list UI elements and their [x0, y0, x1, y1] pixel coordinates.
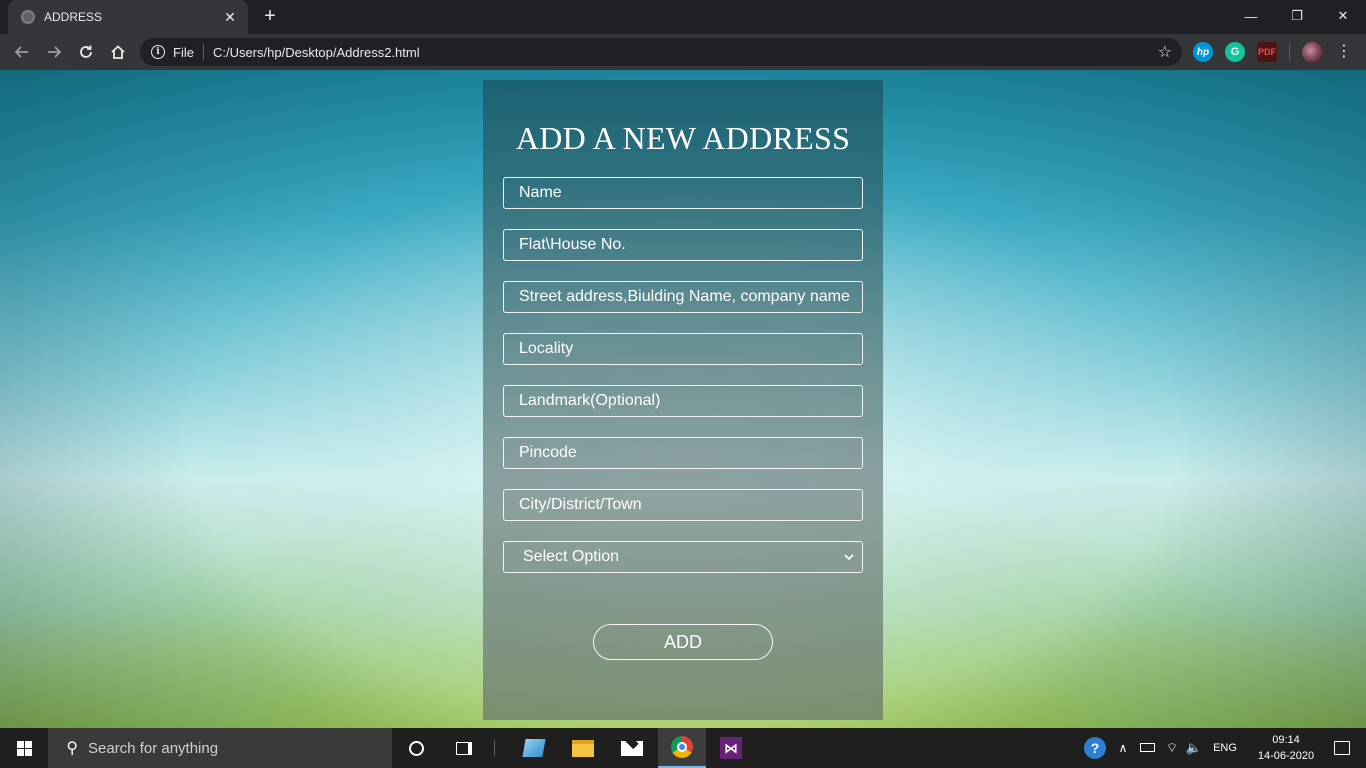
taskbar-app-mail[interactable] — [608, 728, 656, 768]
hp-extension-icon[interactable]: hp — [1193, 42, 1213, 62]
address-bar[interactable]: i File C:/Users/hp/Desktop/Address2.html… — [140, 38, 1182, 66]
window-controls: — ❐ ✕ — [1228, 0, 1366, 32]
wifi-icon[interactable]: ⌔ — [1164, 728, 1180, 768]
cortana-button[interactable] — [392, 728, 440, 768]
add-button[interactable]: ADD — [593, 624, 773, 660]
info-icon[interactable]: i — [151, 45, 165, 59]
notification-icon — [1334, 741, 1350, 755]
taskbar-app-visual-studio[interactable]: ⋈ — [707, 728, 755, 768]
locality-placeholder: Locality — [519, 340, 574, 357]
back-button[interactable] — [9, 39, 35, 65]
forward-arrow-icon — [48, 46, 62, 58]
add-button-label: ADD — [663, 631, 702, 652]
landmark-field[interactable]: Landmark(Optional) — [503, 385, 863, 417]
close-tab-icon[interactable]: ✕ — [220, 9, 240, 26]
help-icon[interactable]: ? — [1084, 737, 1106, 759]
restore-button[interactable]: ❐ — [1274, 0, 1320, 32]
house-number-placeholder: Flat\House No. — [519, 236, 626, 253]
browser-titlebar: ADDRESS ✕ + — ❐ ✕ — [0, 0, 1366, 34]
start-button[interactable] — [0, 728, 48, 768]
forward-button[interactable] — [41, 39, 67, 65]
cortana-icon — [408, 740, 424, 756]
page-viewport: ADD A NEW ADDRESS Name Flat\House No. St… — [0, 70, 1366, 728]
taskbar-app-chrome[interactable] — [658, 728, 706, 768]
street-address-field[interactable]: Street address,Biulding Name, company na… — [503, 281, 863, 313]
volume-icon[interactable]: 🔈 — [1185, 728, 1203, 768]
tab-title: ADDRESS — [44, 10, 103, 24]
clock-time: 09:14 — [1272, 734, 1300, 746]
file-label: File — [173, 44, 194, 60]
close-window-button[interactable]: ✕ — [1320, 0, 1366, 32]
reload-button[interactable] — [73, 39, 99, 65]
minimize-button[interactable]: — — [1228, 0, 1274, 32]
show-hidden-icons-chevron-icon[interactable]: ∧ — [1115, 728, 1131, 768]
notebook-app-icon — [522, 739, 546, 757]
visual-studio-icon: ⋈ — [720, 737, 742, 759]
pincode-placeholder: Pincode — [519, 444, 577, 461]
landmark-placeholder: Landmark(Optional) — [519, 392, 661, 409]
name-placeholder: Name — [519, 184, 562, 201]
chrome-icon — [671, 736, 693, 758]
city-field[interactable]: City/District/Town — [503, 489, 863, 521]
search-placeholder: Search for anything — [88, 739, 219, 757]
browser-toolbar: i File C:/Users/hp/Desktop/Address2.html… — [0, 34, 1366, 70]
pdf-extension-icon[interactable]: PDF — [1257, 42, 1277, 62]
mail-icon — [621, 740, 643, 756]
taskbar-search[interactable]: ⚲ Search for anything — [48, 728, 392, 768]
back-arrow-icon — [14, 46, 28, 58]
name-field[interactable]: Name — [503, 177, 863, 209]
language-indicator[interactable]: ENG — [1212, 728, 1238, 768]
locality-field[interactable]: Locality — [503, 333, 863, 365]
windows-taskbar: ⚲ Search for anything ⋈ ? ∧ ⌔ 🔈 ENG 09:1… — [0, 728, 1366, 768]
city-placeholder: City/District/Town — [519, 496, 642, 513]
omnibox-divider — [202, 44, 204, 60]
pincode-field[interactable]: Pincode — [503, 437, 863, 469]
folder-icon — [572, 739, 594, 757]
profile-avatar[interactable] — [1302, 42, 1323, 63]
windows-logo-icon — [16, 740, 32, 756]
home-button[interactable] — [105, 39, 131, 65]
toolbar-divider — [1289, 44, 1290, 60]
taskbar-app-file-explorer[interactable] — [559, 728, 607, 768]
more-menu-icon[interactable]: ⋮ — [1336, 42, 1352, 62]
form-title: ADD A NEW ADDRESS — [515, 120, 851, 156]
select-value: Select Option — [523, 548, 620, 565]
clock-date: 14-06-2020 — [1257, 750, 1315, 762]
taskbar-app-notebook[interactable] — [510, 728, 558, 768]
bookmark-star-icon[interactable]: ☆ — [1158, 42, 1172, 62]
chevron-down-icon — [844, 554, 854, 561]
search-icon: ⚲ — [66, 740, 78, 757]
state-select[interactable]: Select Option — [503, 541, 863, 573]
system-clock[interactable]: 09:14 14-06-2020 — [1254, 728, 1318, 768]
taskbar-divider — [494, 740, 495, 756]
task-view-button[interactable] — [440, 728, 488, 768]
home-icon — [111, 45, 125, 59]
street-address-placeholder: Street address,Biulding Name, company na… — [519, 288, 850, 305]
task-view-icon — [456, 741, 472, 755]
house-number-field[interactable]: Flat\House No. — [503, 229, 863, 261]
battery-icon[interactable] — [1140, 743, 1155, 752]
grammarly-extension-icon[interactable]: G — [1225, 42, 1245, 62]
reload-icon — [80, 45, 92, 58]
address-form-card: ADD A NEW ADDRESS Name Flat\House No. St… — [483, 80, 883, 720]
new-tab-button[interactable]: + — [258, 5, 282, 29]
globe-icon — [21, 10, 35, 24]
url-text[interactable]: C:/Users/hp/Desktop/Address2.html — [213, 45, 420, 60]
action-center-button[interactable] — [1318, 728, 1366, 768]
browser-tab[interactable]: ADDRESS ✕ — [8, 0, 248, 34]
